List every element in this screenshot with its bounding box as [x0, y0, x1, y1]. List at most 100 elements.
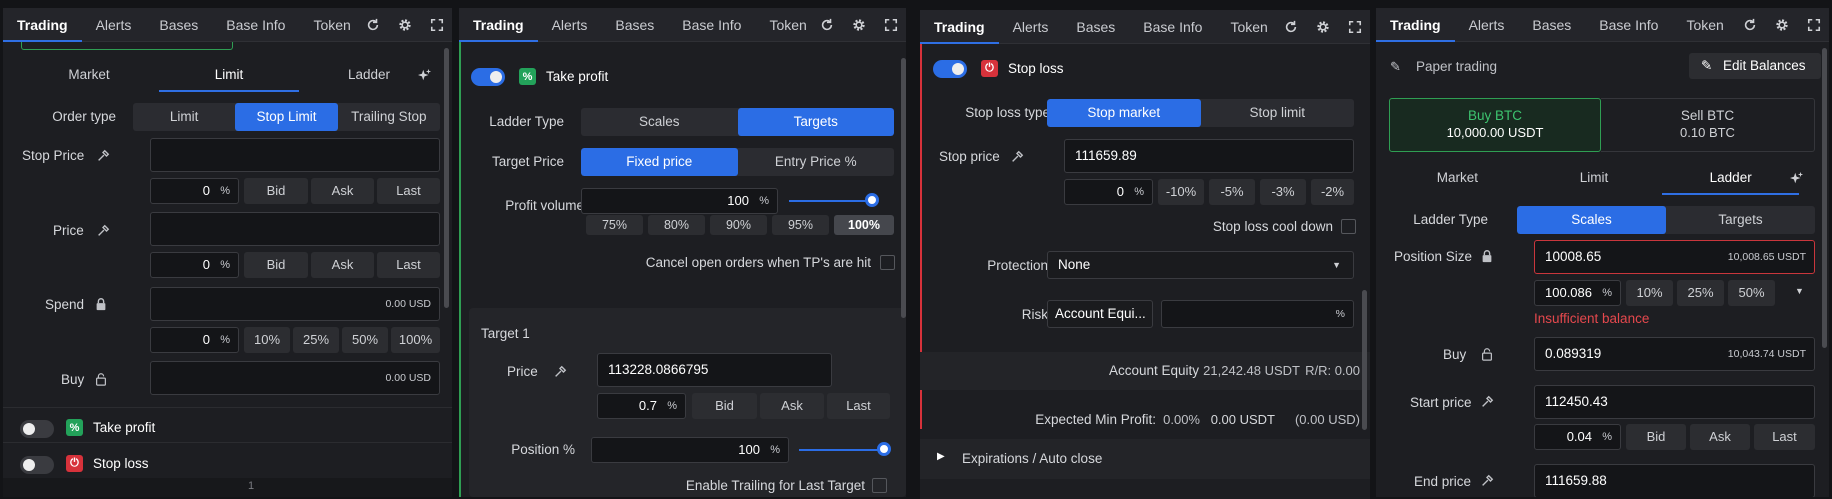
stop-price-pct[interactable]: 0%: [1064, 179, 1153, 205]
trailing-checkbox[interactable]: [872, 478, 887, 493]
chevron-down-icon[interactable]: ▼: [1795, 286, 1804, 296]
unlock-icon[interactable]: [1480, 347, 1494, 361]
ladder-targets[interactable]: Targets: [737, 108, 894, 136]
eyedropper-icon[interactable]: [96, 149, 110, 163]
spend-input[interactable]: 0.00 USD: [150, 287, 440, 321]
take-profit-toggle[interactable]: [471, 68, 505, 86]
ladder-scales[interactable]: Scales: [1517, 206, 1666, 234]
pct-100-button[interactable]: 100%: [391, 327, 440, 353]
bid-button[interactable]: Bid: [692, 393, 757, 419]
minus-3-button[interactable]: -3%: [1260, 179, 1306, 205]
gear-icon[interactable]: [398, 18, 412, 32]
tab-trading[interactable]: Trading: [459, 8, 538, 42]
pct-10-button[interactable]: 10%: [1626, 280, 1673, 306]
subtab-market[interactable]: Market: [1389, 161, 1526, 195]
subtab-limit[interactable]: Limit: [159, 58, 299, 92]
order-type-stop-limit[interactable]: Stop Limit: [235, 103, 338, 131]
stop-loss-toggle[interactable]: [933, 60, 967, 78]
bid-button[interactable]: Bid: [1626, 424, 1686, 450]
refresh-icon[interactable]: [366, 18, 380, 32]
end-price-input[interactable]: 111659.88: [1534, 464, 1815, 497]
last-button[interactable]: Last: [1754, 424, 1815, 450]
stop-market-option[interactable]: Stop market: [1047, 99, 1201, 127]
tab-token[interactable]: Token: [1216, 10, 1281, 44]
eyedropper-icon[interactable]: [1480, 395, 1494, 409]
protection-select[interactable]: None ▼: [1047, 251, 1354, 279]
lock-icon[interactable]: [1480, 249, 1494, 263]
tab-trading[interactable]: Trading: [920, 10, 999, 44]
expand-icon[interactable]: [1348, 20, 1362, 34]
eyedropper-icon[interactable]: [1480, 474, 1494, 488]
bid-button[interactable]: Bid: [244, 252, 308, 278]
pct-50-button[interactable]: 50%: [1728, 280, 1775, 306]
gear-icon[interactable]: [852, 18, 866, 32]
last-button[interactable]: Last: [377, 252, 440, 278]
cancel-orders-checkbox[interactable]: [880, 255, 895, 270]
risk-select[interactable]: Account Equi...: [1047, 300, 1153, 328]
stop-price-pct[interactable]: 0%: [150, 178, 239, 204]
stop-price-input[interactable]: 111659.89: [1064, 139, 1354, 173]
scrollbar[interactable]: [1822, 48, 1827, 348]
tab-token[interactable]: Token: [1672, 8, 1737, 42]
order-type-trailing-stop[interactable]: Trailing Stop: [338, 103, 440, 131]
pct-25-button[interactable]: 25%: [1677, 280, 1724, 306]
bid-button[interactable]: Bid: [244, 178, 308, 204]
stop-limit-option[interactable]: Stop limit: [1201, 99, 1355, 127]
price-pct[interactable]: 0%: [150, 252, 239, 278]
refresh-icon[interactable]: [1284, 20, 1298, 34]
target-price-pct[interactable]: 0.7%: [597, 393, 686, 419]
tab-alerts[interactable]: Alerts: [82, 8, 146, 42]
tab-trading[interactable]: Trading: [1376, 8, 1455, 42]
expand-icon[interactable]: [430, 18, 444, 32]
vol-80-button[interactable]: 80%: [648, 215, 705, 235]
gear-icon[interactable]: [1775, 18, 1789, 32]
stop-price-input[interactable]: [150, 138, 440, 172]
tab-bases[interactable]: Bases: [145, 8, 212, 42]
price-input[interactable]: [150, 212, 440, 246]
buy-btc-side[interactable]: Buy BTC 10,000.00 USDT: [1389, 98, 1601, 152]
tab-bases[interactable]: Bases: [1062, 10, 1129, 44]
spend-pct[interactable]: 0%: [150, 327, 239, 353]
tab-alerts[interactable]: Alerts: [538, 8, 602, 42]
position-slider[interactable]: [799, 449, 884, 451]
vol-75-button[interactable]: 75%: [586, 215, 643, 235]
ask-button[interactable]: Ask: [760, 393, 824, 419]
minus-10-button[interactable]: -10%: [1158, 179, 1204, 205]
cooldown-checkbox[interactable]: [1341, 219, 1356, 234]
tab-base-info[interactable]: Base Info: [1585, 8, 1672, 42]
sparkle-icon[interactable]: [418, 68, 432, 82]
eyedropper-icon[interactable]: [1010, 150, 1024, 164]
scrollbar[interactable]: [1362, 290, 1367, 430]
tab-trading[interactable]: Trading: [3, 8, 82, 42]
tab-base-info[interactable]: Base Info: [212, 8, 299, 42]
tab-alerts[interactable]: Alerts: [1455, 8, 1519, 42]
target-price-input[interactable]: 113228.0866795: [597, 353, 832, 387]
tab-token[interactable]: Token: [299, 8, 364, 42]
ladder-targets[interactable]: Targets: [1666, 206, 1815, 234]
sparkle-icon[interactable]: [1790, 171, 1804, 185]
tab-bases[interactable]: Bases: [1518, 8, 1585, 42]
ask-button[interactable]: Ask: [1690, 424, 1750, 450]
ask-button[interactable]: Ask: [311, 252, 374, 278]
order-type-limit[interactable]: Limit: [133, 103, 235, 131]
scrollbar[interactable]: [444, 48, 449, 308]
take-profit-toggle[interactable]: [20, 420, 54, 438]
subtab-market[interactable]: Market: [19, 58, 159, 92]
tab-alerts[interactable]: Alerts: [999, 10, 1063, 44]
tab-base-info[interactable]: Base Info: [1129, 10, 1216, 44]
minus-5-button[interactable]: -5%: [1209, 179, 1255, 205]
expand-icon[interactable]: [1807, 18, 1821, 32]
subtab-ladder[interactable]: Ladder: [1662, 161, 1800, 195]
position-size-pct[interactable]: 100.086%: [1534, 280, 1621, 306]
ask-button[interactable]: Ask: [311, 178, 374, 204]
risk-input[interactable]: %: [1161, 300, 1354, 328]
fixed-price-option[interactable]: Fixed price: [581, 148, 738, 176]
minus-2-button[interactable]: -2%: [1311, 179, 1354, 205]
slider-handle[interactable]: [877, 442, 891, 456]
subtab-limit[interactable]: Limit: [1526, 161, 1663, 195]
sell-btc-side[interactable]: Sell BTC 0.10 BTC: [1601, 98, 1815, 152]
slider-handle[interactable]: [865, 193, 879, 207]
tab-bases[interactable]: Bases: [601, 8, 668, 42]
pct-50-button[interactable]: 50%: [342, 327, 388, 353]
tab-base-info[interactable]: Base Info: [668, 8, 755, 42]
